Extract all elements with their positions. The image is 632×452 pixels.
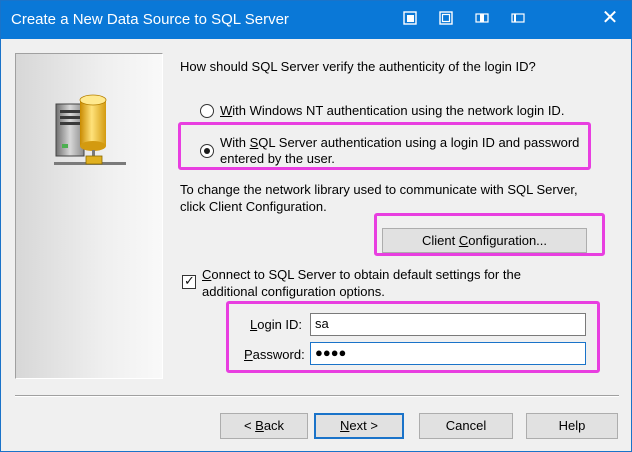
radio-sql-auth[interactable] — [200, 144, 214, 158]
password-label: Password: — [244, 347, 305, 362]
question-label: How should SQL Server verify the authent… — [180, 59, 536, 74]
connect-checkbox-label[interactable]: Connect to SQL Server to obtain default … — [202, 267, 521, 282]
next-button[interactable]: Next > — [314, 413, 404, 439]
cancel-button[interactable]: Cancel — [419, 413, 513, 439]
login-id-label: Login ID: — [250, 317, 303, 332]
radio-sql-auth-label[interactable]: With SQL Server authentication using a l… — [220, 135, 579, 150]
radio-sql-auth-label-line2: entered by the user. — [220, 151, 335, 166]
window-icon-4[interactable] — [511, 11, 525, 25]
login-id-input[interactable]: sa — [310, 313, 586, 336]
title-bar[interactable]: Create a New Data Source to SQL Server ✕ — [1, 1, 631, 39]
network-hint-line2: click Client Configuration. — [180, 199, 327, 214]
radio-selected-dot — [204, 148, 210, 154]
window-title: Create a New Data Source to SQL Server — [11, 11, 289, 28]
radio-windows-auth[interactable] — [200, 104, 214, 118]
radio-windows-auth-label[interactable]: With Windows NT authentication using the… — [220, 103, 564, 118]
password-input[interactable]: ●●●● — [310, 342, 586, 365]
footer-separator — [15, 395, 619, 397]
connect-checkbox[interactable]: ✓ — [182, 273, 196, 289]
checkmark-icon: ✓ — [184, 273, 195, 288]
back-button[interactable]: < Back — [220, 413, 308, 439]
window-icon-3[interactable] — [475, 11, 489, 25]
wizard-side-panel — [15, 53, 163, 379]
client-configuration-button[interactable]: Client Configuration... — [382, 228, 587, 253]
close-button[interactable]: ✕ — [599, 7, 621, 29]
connect-checkbox-label-line2: additional configuration options. — [202, 284, 385, 299]
window-icon-2[interactable] — [439, 11, 453, 25]
window-icon-1[interactable] — [403, 11, 417, 25]
network-hint-line1: To change the network library used to co… — [180, 182, 578, 197]
database-server-icon — [54, 94, 126, 165]
help-button[interactable]: Help — [526, 413, 618, 439]
dialog-window: Create a New Data Source to SQL Server ✕ — [0, 0, 632, 452]
